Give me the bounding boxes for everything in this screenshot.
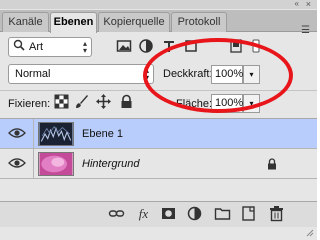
adjustment-layer-icon[interactable]: [186, 205, 203, 222]
adjustment-filter-icon[interactable]: [138, 38, 154, 54]
layer-list: Ebene 1 Hintergrund: [0, 118, 317, 201]
collapse-icon[interactable]: «: [295, 0, 299, 8]
eye-icon[interactable]: [8, 127, 26, 139]
lock-icon: [268, 158, 276, 170]
new-group-icon[interactable]: [214, 205, 231, 222]
chevron-updown-icon: ▴ ▾: [82, 39, 87, 55]
blend-mode-value: Normal: [15, 68, 51, 80]
layer-name[interactable]: Ebene 1: [82, 128, 123, 140]
fx-icon[interactable]: fx: [135, 205, 152, 222]
close-icon[interactable]: ×: [306, 0, 311, 9]
panel-title-strip: [0, 0, 317, 9]
layer-row[interactable]: Hintergrund: [0, 149, 317, 179]
tab-bar: Kanäle Ebenen Kopierquelle Protokoll ☰: [0, 10, 317, 36]
tab-history[interactable]: Protokoll: [171, 12, 227, 32]
layer-mask-icon[interactable]: [160, 205, 177, 222]
blend-mode-select[interactable]: Normal ▴ ▾: [8, 64, 154, 84]
layer-name[interactable]: Hintergrund: [82, 158, 139, 170]
layer-kind-filter-select[interactable]: Art ▴ ▾: [8, 37, 92, 57]
lock-image-pixels-icon[interactable]: [74, 94, 89, 109]
image-filter-icon[interactable]: [116, 38, 132, 54]
layer-row[interactable]: Ebene 1: [0, 119, 317, 149]
layer-thumbnail[interactable]: [38, 152, 74, 176]
lock-all-icon[interactable]: [119, 94, 134, 109]
tab-channels[interactable]: Kanäle: [2, 12, 49, 32]
divider: [33, 149, 34, 179]
red-annotation-ellipse: [143, 38, 293, 113]
trash-icon[interactable]: [268, 205, 285, 222]
panel-menu-icon[interactable]: ☰: [301, 25, 310, 36]
layer-thumbnail[interactable]: [38, 122, 74, 146]
lock-label: Fixieren:: [8, 98, 51, 110]
lock-position-icon[interactable]: [96, 94, 111, 109]
link-layers-icon[interactable]: [108, 205, 125, 222]
search-icon: [13, 39, 25, 54]
eye-icon[interactable]: [8, 157, 26, 169]
lock-transparent-pixels-icon[interactable]: [54, 94, 69, 109]
resize-grip-icon[interactable]: [306, 229, 314, 237]
new-layer-icon[interactable]: [240, 205, 257, 222]
tab-layers[interactable]: Ebenen: [50, 12, 97, 33]
tab-clone-source[interactable]: Kopierquelle: [98, 12, 170, 32]
divider: [33, 119, 34, 149]
layer-kind-label: Art: [29, 41, 44, 53]
layers-panel: « × Kanäle Ebenen Kopierquelle Protokoll…: [0, 0, 317, 240]
